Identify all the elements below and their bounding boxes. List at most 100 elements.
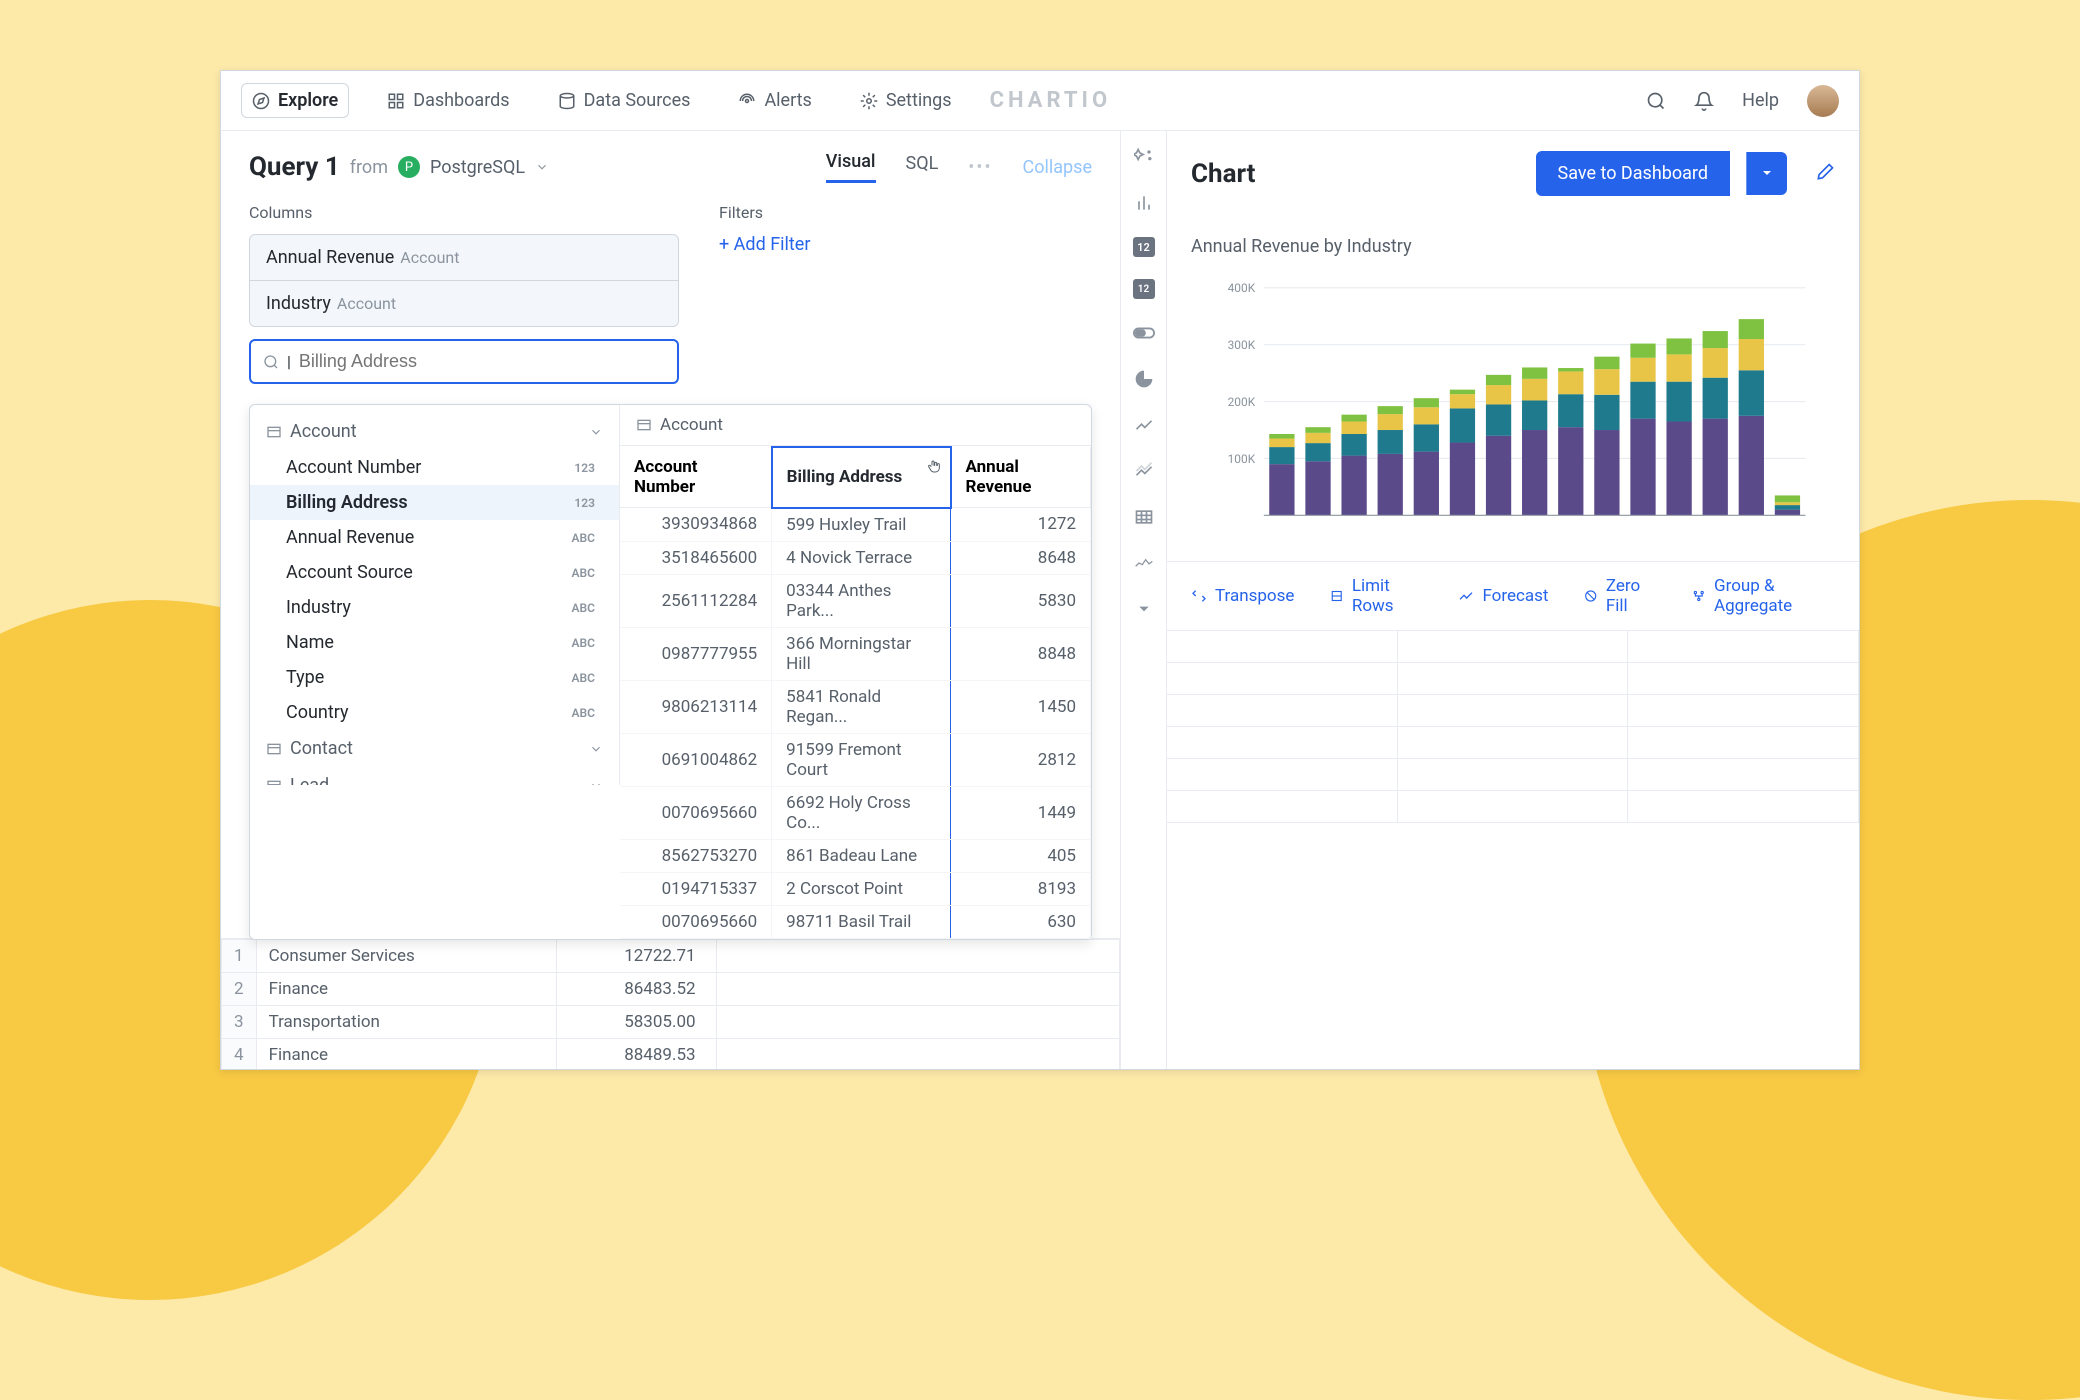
- bar-chart-icon[interactable]: [1132, 191, 1156, 215]
- preview-col-account-number[interactable]: Account Number: [620, 447, 772, 508]
- preview-col-billing-address[interactable]: Billing Address: [772, 447, 951, 508]
- database-icon: [558, 92, 576, 110]
- action-group[interactable]: Group & Aggregate: [1692, 576, 1835, 616]
- svg-text:200K: 200K: [1228, 395, 1256, 409]
- schema-tree: Account Account Number123Billing Address…: [250, 405, 620, 785]
- svg-text:300K: 300K: [1228, 338, 1256, 352]
- table-chart-icon[interactable]: [1132, 505, 1156, 529]
- db-name[interactable]: PostgreSQL: [430, 157, 525, 178]
- tab-sql[interactable]: SQL: [906, 153, 939, 182]
- number-chart-icon[interactable]: 12: [1133, 237, 1155, 257]
- nav-settings[interactable]: Settings: [850, 84, 962, 117]
- column-pill-industry[interactable]: IndustryAccount: [250, 281, 678, 326]
- column-pill-annual-revenue[interactable]: Annual RevenueAccount: [250, 235, 678, 281]
- preview-table: Account Number Billing Address Annual Re…: [620, 446, 1091, 939]
- chevron-down-icon: [589, 742, 603, 756]
- table-row: 3Transportation58305.00: [222, 1005, 1120, 1038]
- tree-item[interactable]: CountryABC: [250, 695, 619, 730]
- action-limit[interactable]: Limit Rows: [1330, 576, 1422, 616]
- chevron-down-icon: [589, 779, 603, 786]
- query-title: Query 1: [249, 152, 340, 182]
- line-chart-icon[interactable]: [1132, 413, 1156, 437]
- nav-explore[interactable]: Explore: [241, 83, 349, 118]
- avatar[interactable]: [1807, 85, 1839, 117]
- tree-group-lead[interactable]: Lead: [250, 767, 619, 785]
- save-button[interactable]: Save to Dashboard: [1536, 151, 1730, 196]
- tree-item[interactable]: TypeABC: [250, 660, 619, 695]
- nav-dashboards-label: Dashboards: [413, 90, 509, 111]
- preview-row: 8562753270861 Badeau Lane405: [620, 839, 1091, 872]
- nav-alerts-label: Alerts: [764, 90, 811, 111]
- preview-header: Account: [620, 405, 1091, 446]
- pie-icon[interactable]: [1132, 367, 1156, 391]
- table-icon: [266, 741, 282, 757]
- collapse-link[interactable]: Collapse: [1023, 157, 1092, 178]
- nav-dashboards[interactable]: Dashboards: [377, 84, 519, 117]
- gear-icon: [860, 92, 878, 110]
- query-panel: Query 1 from P PostgreSQL Visual SQL •••…: [221, 131, 1121, 1069]
- action-forecast[interactable]: Forecast: [1458, 576, 1548, 616]
- save-dropdown[interactable]: [1746, 152, 1787, 195]
- stacked-bar-chart: 100K 200K 300K 400K: [1191, 277, 1835, 537]
- tree-item[interactable]: Account SourceABC: [250, 555, 619, 590]
- chevron-down-icon: [589, 425, 603, 439]
- columns-box: Annual RevenueAccount IndustryAccount: [249, 234, 679, 327]
- columns-label: Columns: [249, 203, 679, 222]
- action-transpose[interactable]: Transpose: [1191, 576, 1294, 616]
- compass-icon: [252, 92, 270, 110]
- tree-item[interactable]: Account Number123: [250, 450, 619, 485]
- chevron-down-icon[interactable]: [535, 160, 549, 174]
- chart-type-rail: 12 12: [1121, 131, 1167, 1069]
- broadcast-icon: [738, 92, 756, 110]
- number-compact-icon[interactable]: 12: [1133, 279, 1155, 299]
- search-icon[interactable]: [1646, 91, 1666, 111]
- preview-row: 256111228403344 Anthes Park...5830: [620, 574, 1091, 627]
- search-icon: [263, 354, 279, 370]
- chart-panel: Chart Save to Dashboard Annual Revenue b…: [1167, 131, 1859, 1069]
- column-search-input[interactable]: [299, 351, 665, 372]
- more-chevron-icon[interactable]: [1132, 597, 1156, 621]
- table-icon: [636, 417, 652, 433]
- svg-text:400K: 400K: [1228, 281, 1256, 295]
- tree-item[interactable]: NameABC: [250, 625, 619, 660]
- nav-help[interactable]: Help: [1742, 90, 1779, 111]
- tree-group-account[interactable]: Account: [250, 413, 619, 450]
- preview-row: 01947153372 Corscot Point8193: [620, 872, 1091, 905]
- preview-row: 00706956606692 Holy Cross Co...1449: [620, 786, 1091, 839]
- top-nav: Explore Dashboards Data Sources Alerts S…: [221, 71, 1859, 131]
- column-search[interactable]: |: [249, 339, 679, 384]
- from-label: from: [350, 157, 388, 178]
- action-zero-fill[interactable]: Zero Fill: [1584, 576, 1656, 616]
- brand-logo: CHARTIO: [990, 88, 1112, 113]
- chart-title: Chart: [1191, 159, 1520, 189]
- svg-text:100K: 100K: [1228, 452, 1256, 466]
- preview-row: 3930934868599 Huxley Trail1272: [620, 508, 1091, 542]
- table-row: 1Consumer Services12722.71: [222, 939, 1120, 972]
- tab-visual[interactable]: Visual: [826, 151, 876, 183]
- preview-pane: Account Account Number Billing Address A…: [620, 405, 1091, 939]
- sparkline-icon[interactable]: [1132, 551, 1156, 575]
- progress-icon[interactable]: [1132, 321, 1156, 345]
- add-filter-link[interactable]: + Add Filter: [719, 234, 810, 255]
- tree-item[interactable]: IndustryABC: [250, 590, 619, 625]
- table-icon: [266, 778, 282, 786]
- preview-row: 98062131145841 Ronald Regan...1450: [620, 680, 1091, 733]
- app-window: Explore Dashboards Data Sources Alerts S…: [220, 70, 1860, 1070]
- area-chart-icon[interactable]: [1132, 459, 1156, 483]
- edit-icon[interactable]: [1815, 162, 1835, 186]
- tree-item[interactable]: Billing Address123: [250, 485, 619, 520]
- bell-icon[interactable]: [1694, 91, 1714, 111]
- nav-datasources-label: Data Sources: [584, 90, 691, 111]
- dots-icon: •••: [968, 157, 992, 178]
- results-table: 1Consumer Services12722.712Finance86483.…: [221, 938, 1120, 1070]
- nav-alerts[interactable]: Alerts: [728, 84, 821, 117]
- preview-col-annual-revenue[interactable]: Annual Revenue: [951, 447, 1091, 508]
- nav-settings-label: Settings: [886, 90, 952, 111]
- magic-icon[interactable]: [1132, 145, 1156, 169]
- nav-datasources[interactable]: Data Sources: [548, 84, 701, 117]
- table-row: 4Finance88489.53: [222, 1038, 1120, 1069]
- tree-group-contact[interactable]: Contact: [250, 730, 619, 767]
- cursor-hand-icon: [926, 458, 942, 474]
- tree-item[interactable]: Annual RevenueABC: [250, 520, 619, 555]
- grid-icon: [387, 92, 405, 110]
